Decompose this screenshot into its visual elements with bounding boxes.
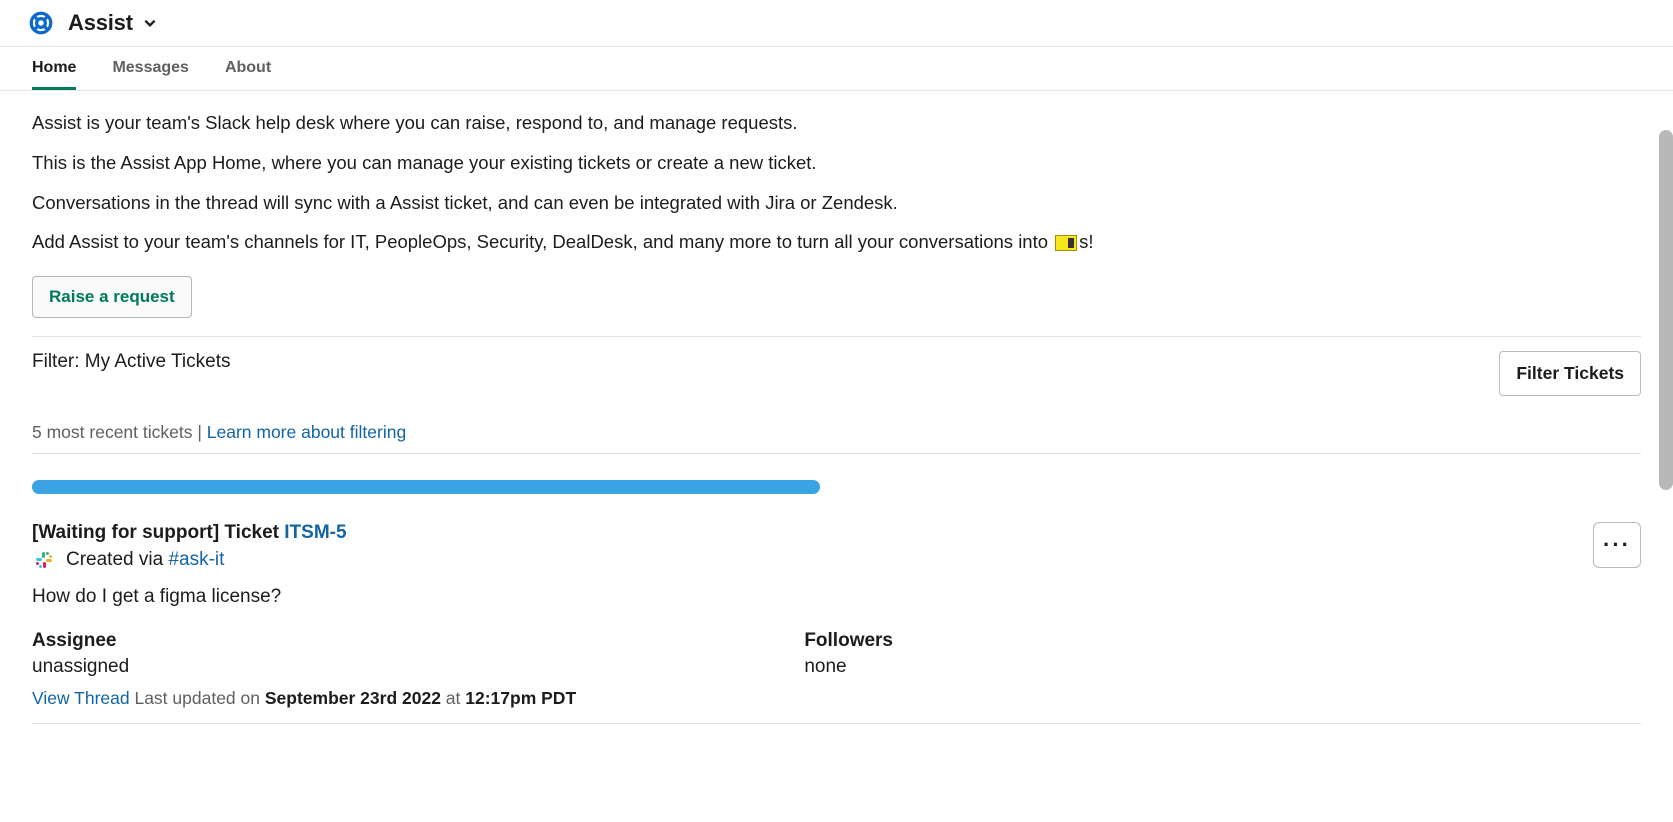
followers-value: none — [804, 656, 1576, 678]
filter-row: Filter: My Active Tickets Filter Tickets — [32, 351, 1641, 396]
intro-line-3: Conversations in the thread will sync wi… — [32, 189, 1641, 217]
updated-time: 12:17pm PDT — [465, 688, 576, 708]
followers-label: Followers — [804, 630, 1576, 652]
intro-line-4-prefix: Add Assist to your team's channels for I… — [32, 231, 1053, 252]
tab-about[interactable]: About — [225, 47, 271, 90]
ticket-status: [Waiting for support] Ticket — [32, 522, 284, 543]
content-area: Assist is your team's Slack help desk wh… — [0, 91, 1673, 748]
recent-tickets-count: 5 most recent tickets | — [32, 422, 207, 442]
intro-line-1: Assist is your team's Slack help desk wh… — [32, 109, 1641, 137]
updated-prefix: Last updated on — [130, 688, 265, 708]
chevron-down-icon[interactable] — [143, 16, 157, 30]
tab-home[interactable]: Home — [32, 47, 76, 90]
filter-label-value: My Active Tickets — [85, 351, 231, 372]
filter-tickets-button[interactable]: Filter Tickets — [1499, 351, 1641, 396]
scrollbar-thumb[interactable] — [1659, 130, 1673, 490]
updated-mid: at — [441, 688, 465, 708]
intro-section: Assist is your team's Slack help desk wh… — [32, 109, 1641, 318]
assignee-value: unassigned — [32, 656, 804, 678]
assist-app-icon — [28, 10, 54, 36]
intro-line-4: Add Assist to your team's channels for I… — [32, 228, 1641, 256]
ticket-emoji-icon — [1055, 235, 1077, 251]
ticket-created-line: Created via #ask-it — [32, 548, 1641, 572]
ticket-title-line: [Waiting for support] Ticket ITSM-5 — [32, 522, 1641, 544]
ticket-channel-link[interactable]: #ask-it — [168, 549, 224, 570]
ticket-question: How do I get a figma license? — [32, 586, 1641, 608]
ticket-meta: Assignee unassigned Followers none — [32, 630, 1641, 678]
recent-tickets-line: 5 most recent tickets | Learn more about… — [32, 422, 1641, 454]
ticket-more-button[interactable]: ··· — [1593, 522, 1641, 568]
divider — [32, 336, 1641, 337]
raise-request-button[interactable]: Raise a request — [32, 276, 192, 318]
filter-label: Filter: My Active Tickets — [32, 351, 230, 373]
view-thread-link[interactable]: View Thread — [32, 688, 130, 708]
thread-updated-line: View Thread Last updated on September 23… — [32, 688, 1641, 724]
tab-bar: Home Messages About — [0, 47, 1673, 91]
tab-messages[interactable]: Messages — [112, 47, 189, 90]
assignee-col: Assignee unassigned — [32, 630, 804, 678]
slack-logo-icon — [32, 548, 56, 572]
followers-col: Followers none — [804, 630, 1576, 678]
updated-date: September 23rd 2022 — [265, 688, 441, 708]
assignee-label: Assignee — [32, 630, 804, 652]
app-header: Assist — [0, 0, 1673, 47]
filter-label-prefix: Filter: — [32, 351, 85, 372]
app-title[interactable]: Assist — [68, 10, 133, 36]
intro-line-2: This is the Assist App Home, where you c… — [32, 149, 1641, 177]
ticket-id-link[interactable]: ITSM-5 — [284, 522, 346, 543]
ticket-card: ··· [Waiting for support] Ticket ITSM-5 … — [32, 522, 1641, 724]
ticket-created-prefix: Created via — [66, 549, 168, 570]
learn-more-filtering-link[interactable]: Learn more about filtering — [207, 422, 406, 442]
progress-bar — [32, 480, 820, 494]
intro-line-4-suffix: s! — [1079, 231, 1093, 252]
